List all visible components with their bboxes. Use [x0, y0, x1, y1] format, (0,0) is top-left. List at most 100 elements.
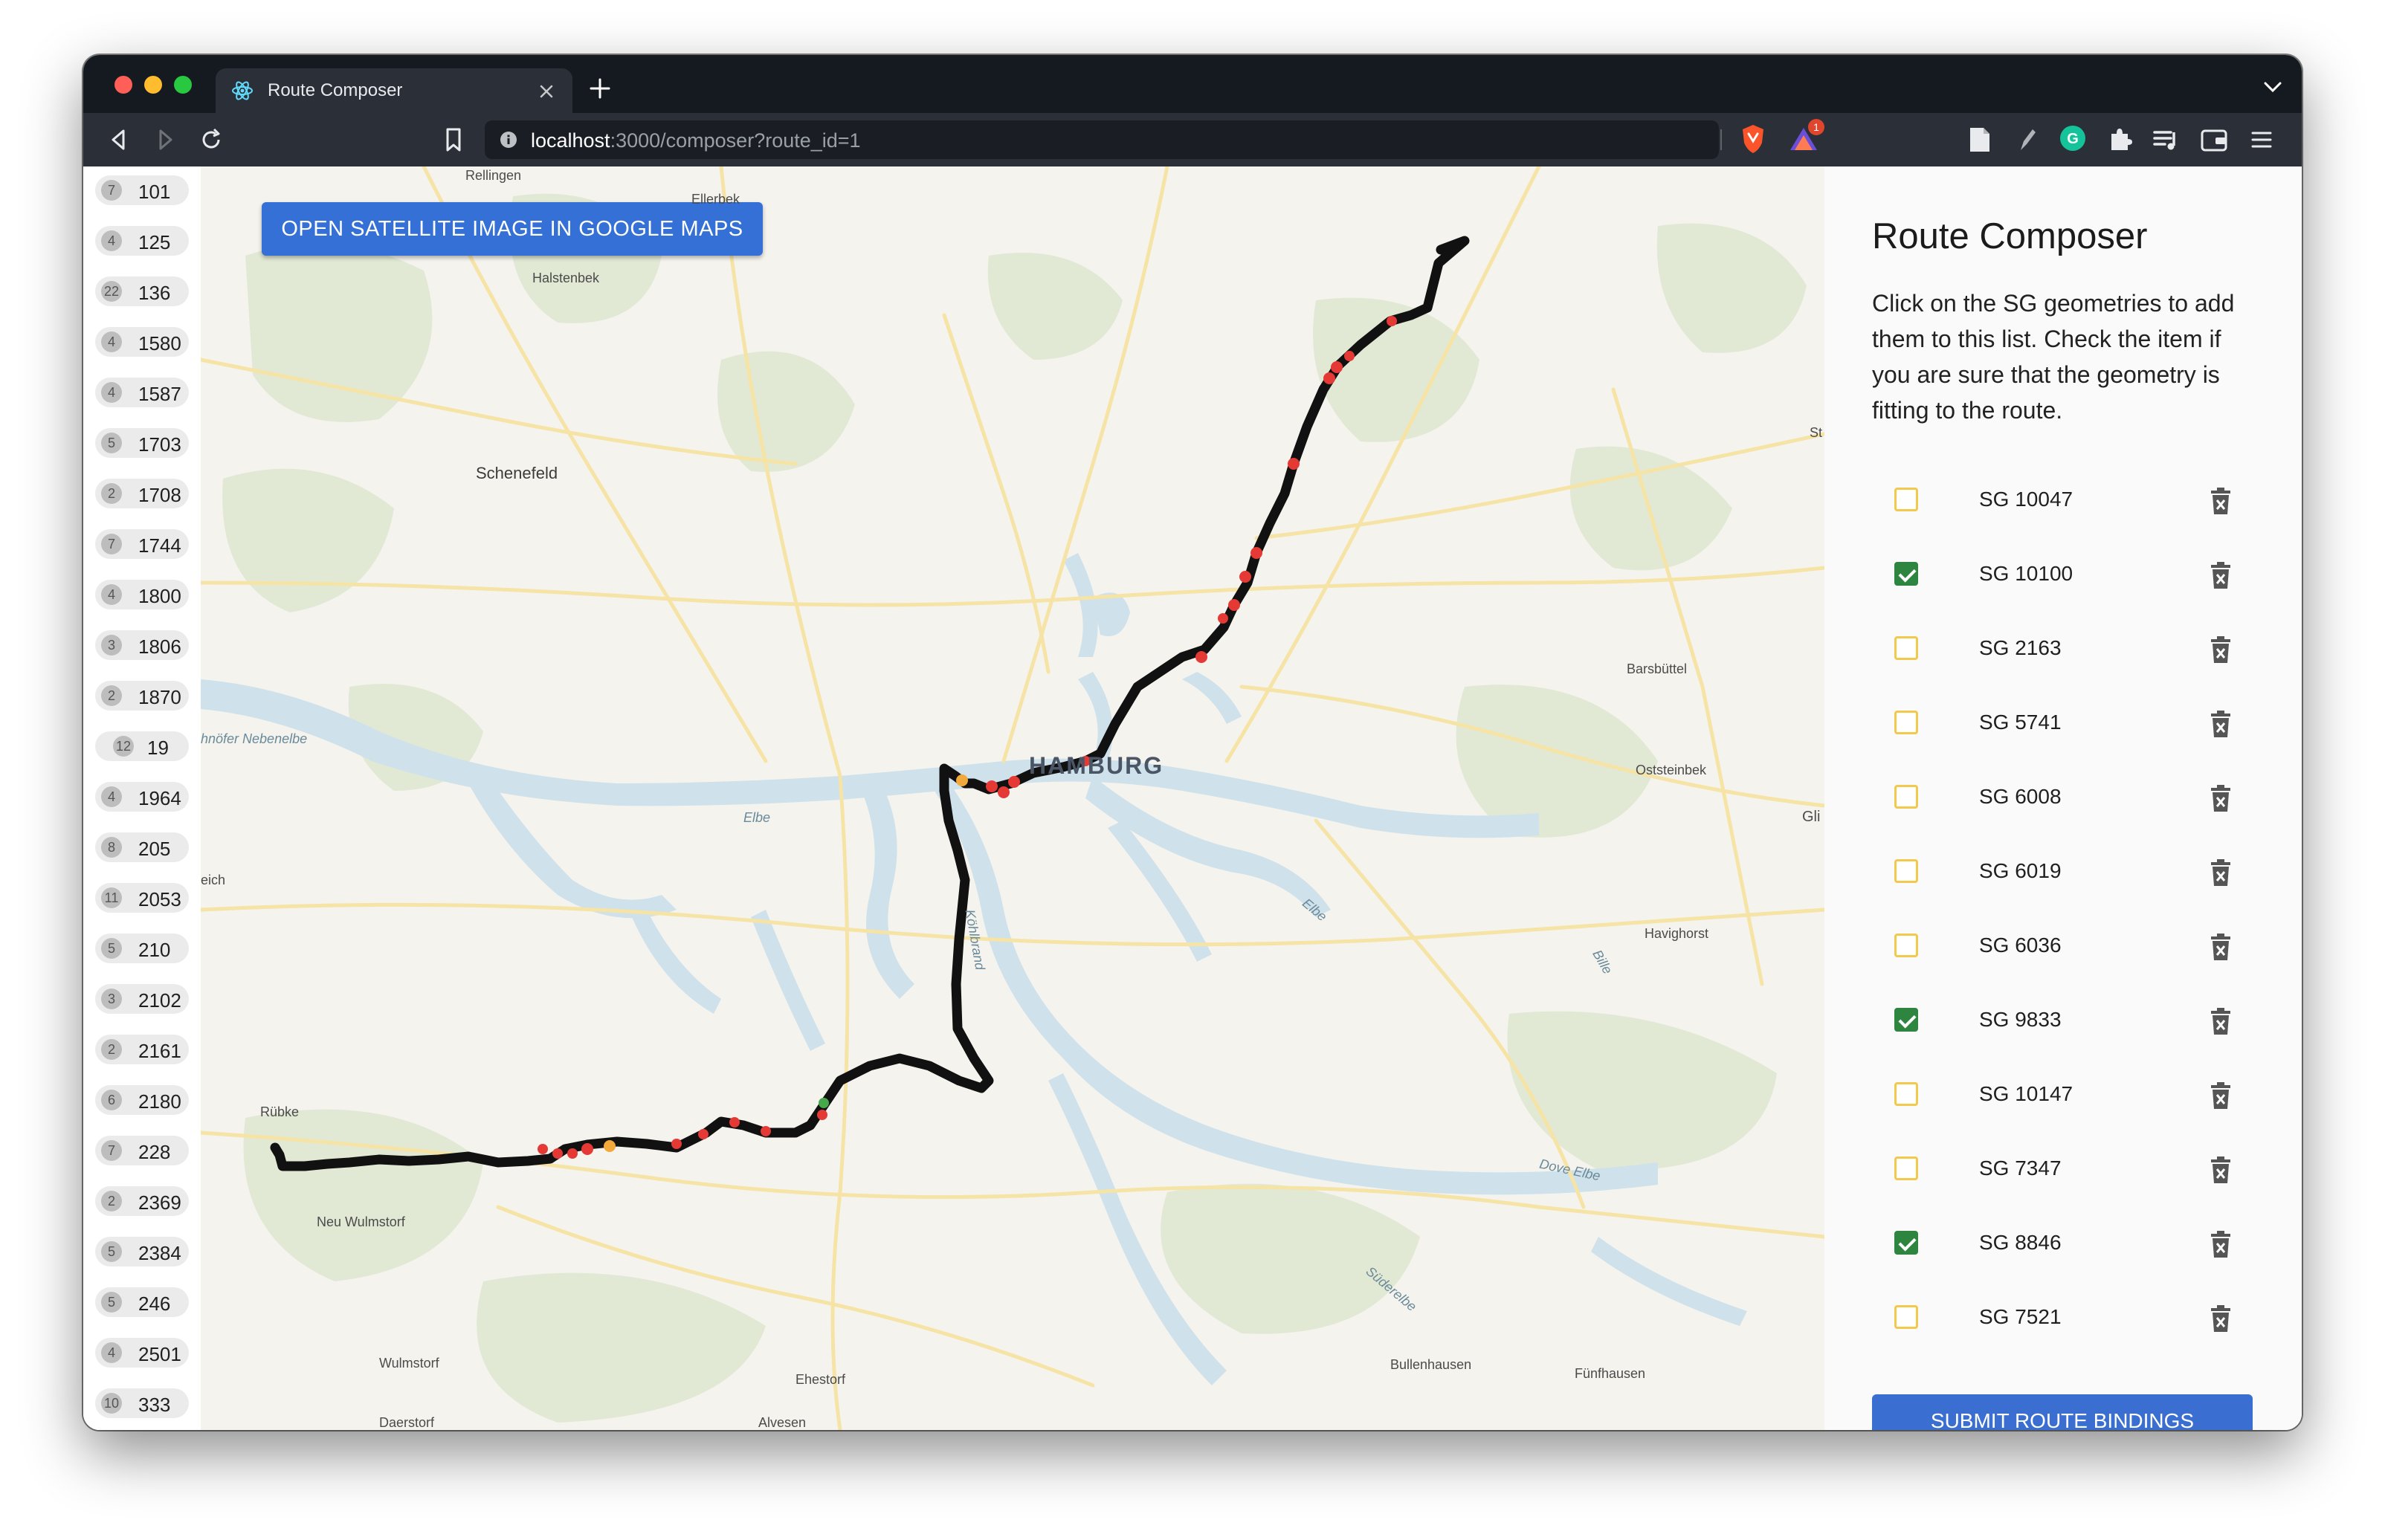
sg-checkbox[interactable] [1894, 1008, 1918, 1032]
sg-checkbox[interactable] [1894, 1156, 1918, 1180]
sg-checkbox[interactable] [1894, 1231, 1918, 1255]
place-label: Schenefeld [476, 464, 558, 482]
route-composer-panel: Route Composer Click on the SG geometrie… [1824, 166, 2302, 1430]
list-item[interactable]: 4 1580 [95, 327, 189, 357]
close-tab-icon[interactable] [538, 83, 555, 100]
list-item[interactable]: 4 2501 [95, 1338, 189, 1368]
trash-icon[interactable] [2208, 1081, 2233, 1110]
pen-extension-icon[interactable] [2013, 125, 2040, 155]
item-label: 1964 [138, 787, 181, 809]
item-count-badge: 2 [101, 1039, 122, 1060]
minimize-window-button[interactable] [144, 76, 162, 94]
list-item[interactable]: 7 228 [95, 1136, 189, 1165]
list-item[interactable]: 5 1703 [95, 428, 189, 458]
address-bar[interactable]: localhost:3000/composer?route_id=1 [485, 120, 1722, 159]
brave-shield-icon[interactable] [1740, 123, 1766, 155]
route-list-column: 7 101 4 125 22 136 4 1580 4 1587 5 1703 2 1708 … [83, 166, 201, 1430]
trash-icon[interactable] [2208, 1304, 2233, 1333]
item-count-badge: 12 [113, 736, 134, 757]
list-item[interactable]: 8 205 [95, 832, 189, 862]
trash-icon[interactable] [2208, 635, 2233, 664]
item-count-badge: 5 [101, 1292, 122, 1313]
trash-icon[interactable] [2208, 1155, 2233, 1185]
sg-item: SG 2163 [1872, 620, 2259, 679]
list-item[interactable]: 10 333 [95, 1388, 189, 1418]
sg-item: SG 10147 [1872, 1066, 2259, 1125]
sg-checkbox[interactable] [1894, 1082, 1918, 1106]
sg-checkbox[interactable] [1894, 859, 1918, 883]
sg-checkbox[interactable] [1894, 562, 1918, 586]
trash-icon[interactable] [2208, 1229, 2233, 1259]
item-count-badge: 2 [101, 1191, 122, 1211]
item-label: 1703 [138, 433, 181, 456]
trash-icon[interactable] [2208, 486, 2233, 516]
list-item[interactable]: 5 246 [95, 1287, 189, 1317]
menu-icon[interactable] [2247, 125, 2276, 155]
item-count-badge: 6 [101, 1090, 122, 1110]
list-item[interactable]: 7 1744 [95, 529, 189, 559]
item-count-badge: 5 [101, 433, 122, 453]
list-item[interactable]: 4 1964 [95, 782, 189, 812]
trash-icon[interactable] [2208, 709, 2233, 739]
item-count-badge: 2 [101, 483, 122, 504]
place-label: eich [201, 873, 226, 887]
item-count-badge: 5 [101, 1241, 122, 1262]
place-label: Neu Wulmstorf [317, 1214, 405, 1229]
list-item[interactable]: 6 2180 [95, 1085, 189, 1115]
list-item[interactable]: 4 1800 [95, 580, 189, 609]
sg-checkbox[interactable] [1894, 636, 1918, 660]
list-item[interactable]: 2 2161 [95, 1035, 189, 1064]
extensions-puzzle-icon[interactable] [2105, 125, 2134, 153]
tab-list-chevron-icon[interactable] [2263, 80, 2282, 94]
sg-checkbox[interactable] [1894, 934, 1918, 957]
map-view[interactable]: OPEN SATELLITE IMAGE IN GOOGLE MAPS Rell… [201, 166, 1824, 1430]
water-label: hnöfer Nebenelbe [201, 731, 308, 746]
open-satellite-button[interactable]: OPEN SATELLITE IMAGE IN GOOGLE MAPS [262, 202, 763, 256]
list-item[interactable]: 3 1806 [95, 630, 189, 660]
list-item[interactable]: 2 1708 [95, 479, 189, 508]
submit-route-bindings-button[interactable]: SUBMIT ROUTE BINDINGS [1872, 1394, 2253, 1430]
back-icon[interactable] [104, 125, 134, 155]
address-divider [1720, 129, 1722, 150]
sg-checkbox[interactable] [1894, 488, 1918, 511]
list-item[interactable]: 22 136 [95, 276, 189, 306]
trash-icon[interactable] [2208, 560, 2233, 590]
url-text: localhost:3000/composer?route_id=1 [531, 129, 861, 152]
grammarly-icon[interactable]: G [2058, 123, 2088, 153]
list-item[interactable]: 4 125 [95, 226, 189, 256]
sg-checkbox[interactable] [1894, 1305, 1918, 1329]
playlist-icon[interactable] [2152, 125, 2181, 155]
trash-icon[interactable] [2208, 932, 2233, 962]
sg-label: SG 10147 [1979, 1082, 2073, 1105]
reload-icon[interactable] [196, 125, 226, 155]
trash-icon[interactable] [2208, 783, 2233, 813]
list-item[interactable]: 4 1587 [95, 378, 189, 407]
list-item[interactable]: 5 2384 [95, 1237, 189, 1266]
list-item[interactable]: 2 1870 [95, 681, 189, 711]
list-item[interactable]: 11 2053 [95, 883, 189, 913]
sg-checkbox[interactable] [1894, 785, 1918, 809]
list-item[interactable]: 2 2369 [95, 1186, 189, 1216]
list-item[interactable]: 3 2102 [95, 984, 189, 1014]
reader-mode-icon[interactable] [1966, 125, 1992, 155]
place-label: Barsbüttel [1627, 661, 1688, 676]
place-label: Bullenhausen [1390, 1357, 1472, 1372]
sg-item: SG 7347 [1872, 1140, 2259, 1200]
trash-icon[interactable] [2208, 1006, 2233, 1036]
list-item[interactable]: 7 101 [95, 175, 189, 205]
list-item[interactable]: 12 19 [95, 731, 189, 761]
maximize-window-button[interactable] [174, 76, 192, 94]
new-tab-icon[interactable] [589, 77, 611, 100]
site-info-icon[interactable] [500, 131, 517, 149]
bookmark-icon[interactable] [439, 125, 468, 155]
active-tab[interactable]: Route Composer [216, 68, 572, 113]
close-window-button[interactable] [114, 76, 132, 94]
forward-icon[interactable] [150, 125, 180, 155]
list-item[interactable]: 5 210 [95, 934, 189, 963]
trash-icon[interactable] [2208, 858, 2233, 887]
sg-checkbox[interactable] [1894, 711, 1918, 734]
item-count-badge: 7 [101, 534, 122, 554]
item-label: 1587 [138, 383, 181, 405]
map-canvas[interactable] [201, 166, 1824, 1430]
wallet-icon[interactable] [2199, 125, 2229, 155]
